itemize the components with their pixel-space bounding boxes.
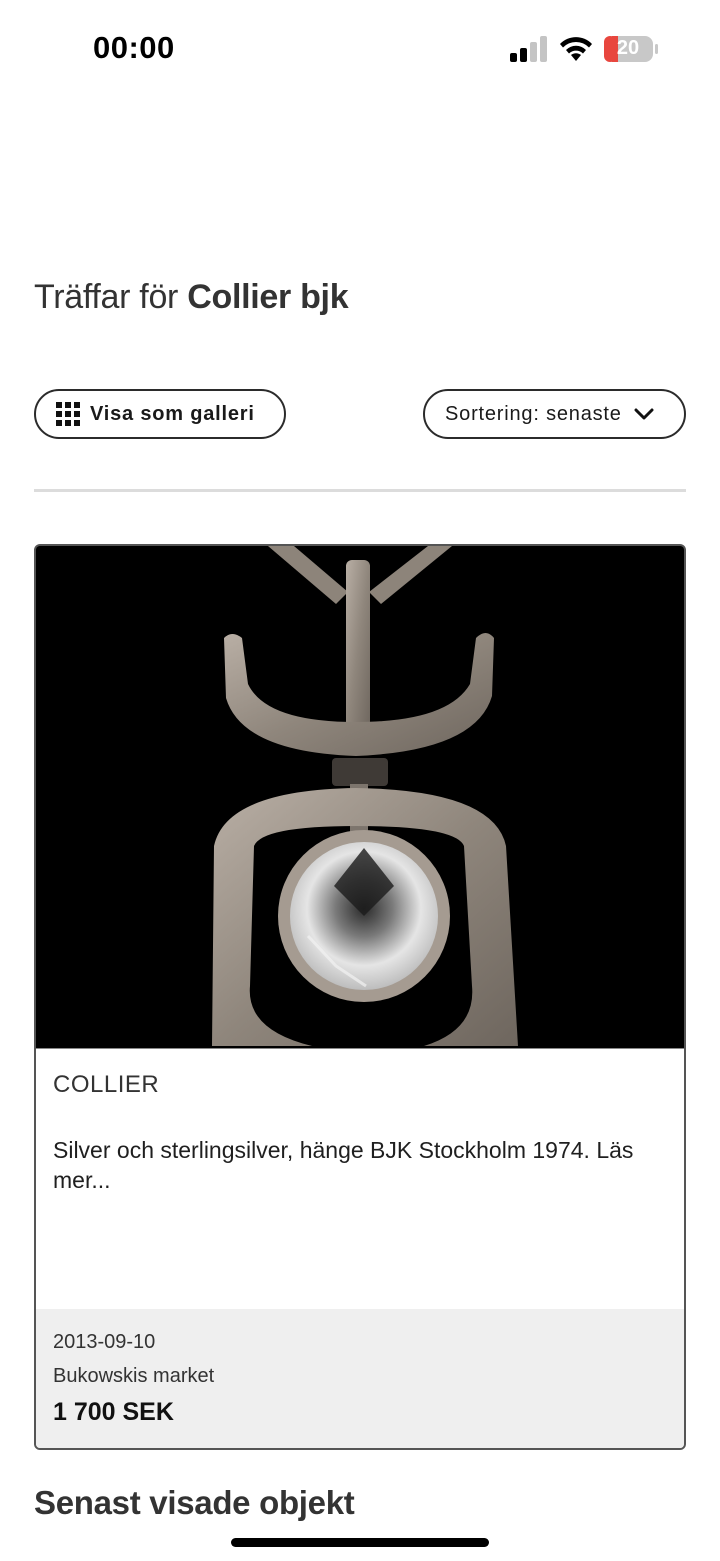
result-date: 2013-09-10 xyxy=(53,1331,156,1353)
pendant-image[interactable] xyxy=(36,546,684,1049)
results-heading: Träffar för Collier bjk xyxy=(34,278,349,317)
grid-icon xyxy=(56,402,80,426)
sort-label: Sortering: senaste xyxy=(445,402,622,425)
result-price: 1 700 SEK xyxy=(53,1398,174,1426)
chevron-down-icon xyxy=(634,408,654,420)
view-as-gallery-label: Visa som galleri xyxy=(90,402,255,425)
cellular-signal-icon xyxy=(510,36,547,62)
result-title: COLLIER xyxy=(53,1071,160,1098)
result-footer: 2013-09-10 Bukowskis market 1 700 SEK xyxy=(36,1309,684,1448)
search-query: Collier bjk xyxy=(187,278,349,316)
battery-level: 20 xyxy=(616,37,640,59)
result-card[interactable]: COLLIER Silver och sterlingsilver, hänge… xyxy=(34,544,686,1450)
result-seller: Bukowskis market xyxy=(53,1365,215,1387)
sort-dropdown[interactable]: Sortering: senaste xyxy=(423,389,686,439)
status-bar: 00:00 20 xyxy=(0,0,720,96)
status-time: 00:00 xyxy=(93,30,175,65)
result-description: Silver och sterlingsilver, hänge BJK Sto… xyxy=(53,1137,634,1193)
divider xyxy=(34,489,686,492)
wifi-icon xyxy=(560,37,592,61)
results-heading-prefix: Träffar för xyxy=(34,278,179,316)
recently-viewed-heading: Senast visade objekt xyxy=(34,1484,355,1521)
view-as-gallery-button[interactable]: Visa som galleri xyxy=(34,389,286,439)
home-indicator[interactable] xyxy=(231,1538,489,1547)
